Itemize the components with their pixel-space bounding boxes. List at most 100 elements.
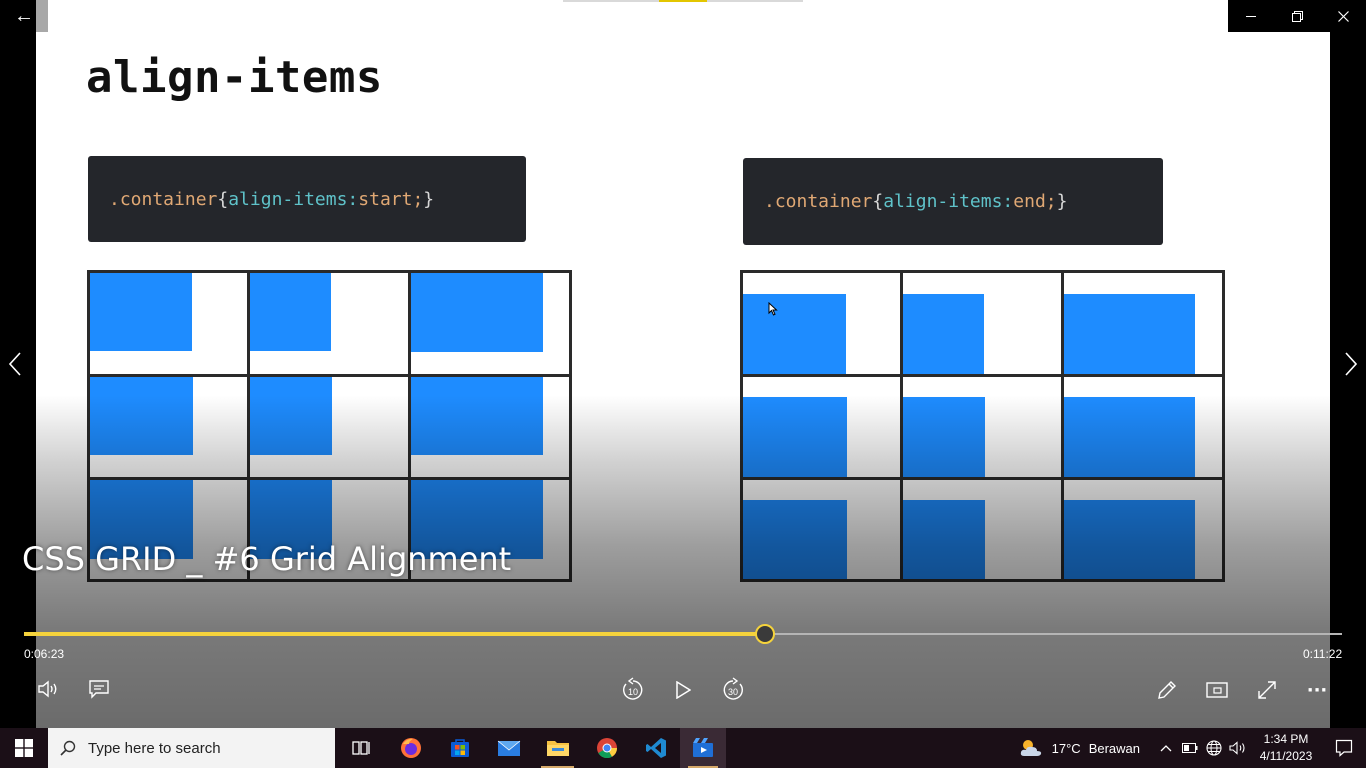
- mouse-cursor-icon: [768, 302, 778, 316]
- show-hidden-icons-button[interactable]: [1154, 728, 1178, 768]
- volume-icon: [38, 680, 57, 698]
- grid-item: [1064, 500, 1195, 579]
- next-button[interactable]: [1336, 345, 1366, 383]
- start-button[interactable]: [0, 728, 48, 768]
- system-tray: 17°C Berawan 1:34 PM 4/11/2023: [1018, 728, 1366, 768]
- grid-item: [411, 273, 543, 352]
- speaker-icon: [1229, 741, 1245, 755]
- volume-tray-button[interactable]: [1226, 728, 1250, 768]
- mini-view-button[interactable]: [1203, 676, 1231, 704]
- fullscreen-button[interactable]: [1254, 676, 1280, 704]
- pencil-icon: [1158, 681, 1176, 699]
- grid-item: [90, 377, 193, 455]
- movies-tv-button[interactable]: [680, 728, 726, 768]
- task-view-button[interactable]: [337, 728, 386, 768]
- seek-bar-progress: [24, 632, 765, 636]
- forward-30-button[interactable]: 30: [718, 675, 748, 705]
- seek-bar-thumb[interactable]: [755, 624, 775, 644]
- close-button[interactable]: [1320, 0, 1366, 32]
- restore-button[interactable]: [1274, 0, 1320, 32]
- code-selector: .container: [764, 191, 873, 212]
- globe-icon: [1206, 740, 1222, 756]
- play-icon: [676, 681, 691, 699]
- grid-line: [743, 477, 1222, 480]
- rewind-icon: 10: [623, 677, 643, 700]
- network-button[interactable]: [1202, 728, 1226, 768]
- back-button[interactable]: ←: [0, 0, 48, 32]
- windows-start-icon: [15, 739, 33, 757]
- weather-description: Berawan: [1088, 740, 1140, 756]
- restore-icon: [1291, 10, 1303, 22]
- previous-button[interactable]: [0, 345, 30, 383]
- grid-item: [903, 397, 985, 477]
- search-icon: [60, 740, 76, 756]
- vscode-button[interactable]: [631, 728, 680, 768]
- grid-demo-end: [740, 270, 1225, 582]
- play-button[interactable]: [670, 676, 696, 704]
- grid-line: [743, 374, 1222, 377]
- code-property: align-items:: [883, 191, 1014, 212]
- grid-item: [1064, 294, 1195, 374]
- rewind-10-button[interactable]: 10: [618, 675, 648, 705]
- mail-icon: [497, 740, 520, 756]
- code-value: end;: [1013, 191, 1057, 212]
- chevron-right-icon: [1345, 352, 1357, 376]
- rewind-label: 10: [628, 687, 638, 697]
- grid-demo-start: [87, 270, 572, 582]
- code-snippet-start: .container { align-items: start; }: [88, 156, 526, 242]
- forward-label: 30: [728, 687, 738, 697]
- fullscreen-icon: [1258, 681, 1276, 699]
- chrome-icon: [596, 738, 617, 759]
- grid-item: [743, 500, 847, 579]
- grid-item: [1064, 397, 1195, 477]
- mini-view-icon: [1206, 682, 1228, 698]
- minimize-button[interactable]: [1228, 0, 1274, 32]
- clock-date: 4/11/2023: [1259, 749, 1313, 763]
- notification-center-button[interactable]: [1322, 728, 1366, 768]
- slide-title: align-items: [86, 52, 383, 103]
- code-snippet-end: .container { align-items: end; }: [743, 158, 1163, 245]
- battery-button[interactable]: [1178, 728, 1202, 768]
- mail-button[interactable]: [484, 728, 533, 768]
- taskbar-search-box[interactable]: Type here to search: [48, 728, 335, 768]
- taskbar-clock[interactable]: 1:34 PM 4/11/2023: [1250, 731, 1322, 765]
- volume-button[interactable]: [34, 675, 64, 703]
- firefox-icon: [400, 738, 421, 758]
- firefox-button[interactable]: [386, 728, 435, 768]
- grid-item: [903, 500, 985, 579]
- screen: align-items .container { align-items: st…: [0, 0, 1366, 768]
- grid-item: [743, 397, 847, 477]
- close-icon: [1337, 10, 1349, 22]
- captions-icon: [89, 680, 109, 699]
- weather-temperature: 17°C: [1051, 740, 1081, 756]
- edit-button[interactable]: [1154, 676, 1180, 704]
- battery-icon: [1182, 743, 1198, 753]
- vscode-icon: [645, 738, 666, 758]
- grid-item: [903, 294, 984, 374]
- more-options-button[interactable]: ···: [1302, 676, 1332, 704]
- microsoft-store-icon: [450, 739, 469, 757]
- file-explorer-button[interactable]: [533, 728, 582, 768]
- code-brace-open: {: [217, 188, 229, 210]
- window-controls: [1228, 0, 1366, 32]
- captions-button[interactable]: [86, 675, 112, 703]
- grid-item: [250, 377, 332, 455]
- notification-icon: [1335, 739, 1353, 757]
- movies-tv-icon: [693, 738, 713, 757]
- code-brace-open: {: [872, 191, 884, 212]
- task-view-icon: [351, 741, 370, 755]
- elapsed-time: 0:06:23: [24, 647, 65, 661]
- microsoft-store-button[interactable]: [435, 728, 484, 768]
- weather-widget[interactable]: 17°C Berawan: [1018, 737, 1140, 759]
- file-explorer-icon: [546, 741, 569, 756]
- search-placeholder: Type here to search: [88, 739, 221, 757]
- code-value: start;: [358, 188, 424, 210]
- forward-icon: 30: [723, 677, 743, 700]
- grid-item: [411, 377, 543, 455]
- video-title: CSS GRID _ #6 Grid Alignment: [22, 540, 512, 578]
- chrome-button[interactable]: [582, 728, 631, 768]
- code-selector: .container: [109, 188, 218, 210]
- top-indicator-accent: [659, 0, 707, 2]
- video-frame[interactable]: align-items .container { align-items: st…: [36, 0, 1330, 728]
- minimize-icon: [1245, 15, 1256, 17]
